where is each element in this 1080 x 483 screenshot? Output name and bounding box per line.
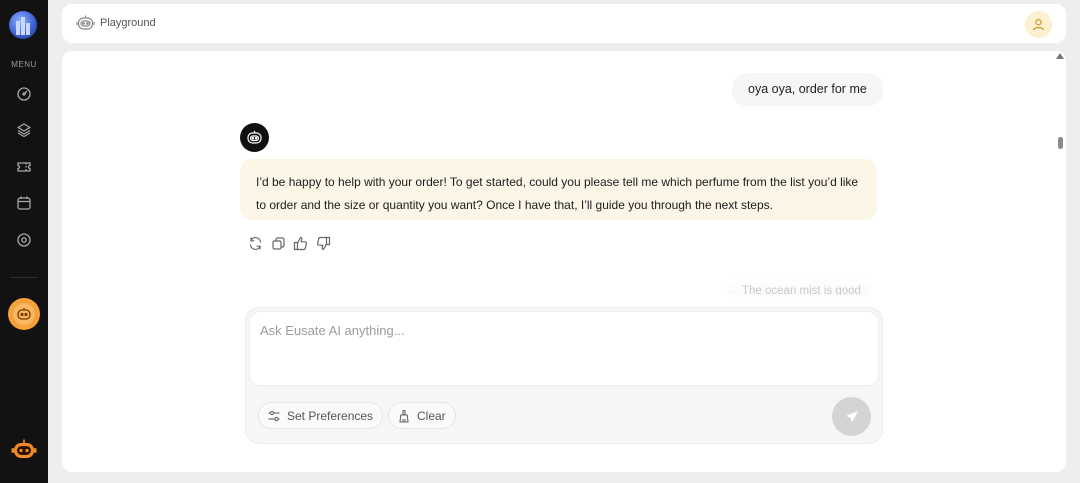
page-title: Playground <box>100 17 156 29</box>
bot-outline-icon <box>76 14 95 32</box>
bot-icon <box>13 303 35 325</box>
brand-bot-icon[interactable] <box>11 438 37 462</box>
menu-label: MENU <box>11 60 37 69</box>
thumbs-up-icon[interactable] <box>293 236 308 251</box>
layers-icon[interactable] <box>16 122 32 138</box>
assistant-message: I’d be happy to help with your order! To… <box>240 159 877 220</box>
thumbs-down-icon[interactable] <box>316 236 331 251</box>
copy-icon[interactable] <box>271 236 286 251</box>
sidebar-divider <box>10 277 38 278</box>
app-logo[interactable] <box>9 11 37 39</box>
sidebar: MENU <box>0 0 48 483</box>
calendar-icon[interactable] <box>16 195 32 211</box>
chat-panel: oya oya, order for me I’d be happy to he… <box>62 51 1066 472</box>
scroll-up-arrow[interactable] <box>1056 53 1064 59</box>
user-profile-button[interactable] <box>1025 11 1052 38</box>
bot-icon <box>247 130 262 144</box>
sliders-icon <box>268 410 280 421</box>
user-message: oya oya, order for me <box>732 73 883 106</box>
clear-label: Clear <box>417 408 446 423</box>
chat-input[interactable] <box>249 311 879 386</box>
user-icon <box>1032 18 1045 31</box>
broom-icon <box>399 409 409 423</box>
dashboard-gauge-icon[interactable] <box>16 86 32 102</box>
scrollbar-thumb[interactable] <box>1058 137 1063 149</box>
ticket-icon[interactable] <box>16 159 32 175</box>
settings-circle-icon[interactable] <box>16 232 32 248</box>
message-composer: Set Preferences Clear <box>245 307 883 444</box>
send-button[interactable] <box>832 397 871 436</box>
top-header: Playground <box>62 4 1066 43</box>
regenerate-icon[interactable] <box>248 236 263 251</box>
active-bot-button[interactable] <box>8 298 40 330</box>
assistant-avatar <box>240 123 269 152</box>
clear-button[interactable]: Clear <box>388 402 456 429</box>
send-icon <box>845 410 858 422</box>
set-preferences-label: Set Preferences <box>287 408 374 423</box>
set-preferences-button[interactable]: Set Preferences <box>258 402 384 429</box>
